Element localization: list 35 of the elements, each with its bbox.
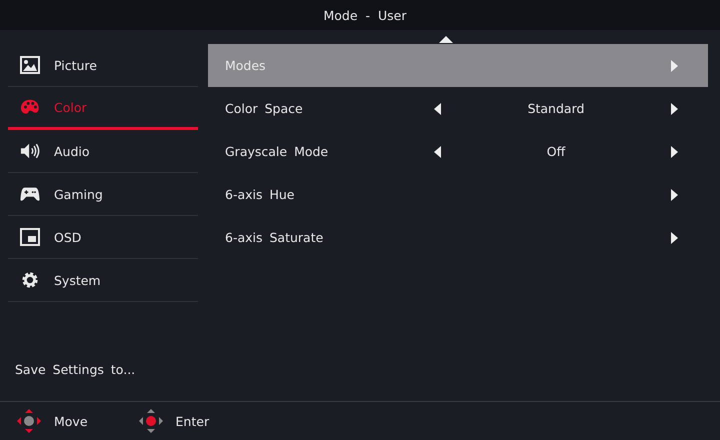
sidebar-item[interactable]: System [8, 259, 198, 302]
menu-value: Off [546, 144, 566, 159]
window-icon [20, 228, 40, 246]
window-title: Mode - User [323, 8, 406, 22]
right-arrow-icon[interactable] [671, 188, 678, 200]
enter-dpad-icon [138, 408, 164, 434]
menu-label: Color Space [225, 101, 304, 116]
hint-label: Move [54, 414, 88, 428]
picture-icon [20, 56, 40, 74]
sidebar-item[interactable]: Gaming [8, 173, 198, 216]
gamepad-icon [20, 185, 40, 203]
move-dpad-icon [16, 408, 42, 434]
menu-label: 6-axis Saturate [225, 230, 324, 245]
speaker-icon [20, 142, 40, 160]
right-arrow-icon[interactable] [671, 232, 678, 244]
menu-value: Standard [526, 101, 586, 116]
menu-label: Grayscale Mode [225, 144, 330, 159]
menu-row[interactable]: Grayscale Mode Off [208, 130, 708, 173]
sidebar-item[interactable]: Picture [8, 44, 198, 87]
sidebar-item[interactable]: OSD [8, 216, 198, 259]
hint-label: Enter [176, 414, 210, 428]
right-arrow-icon[interactable] [671, 102, 678, 114]
sidebar-item[interactable]: Audio [8, 130, 198, 173]
palette-icon [20, 98, 40, 116]
menu-label: Modes [225, 58, 267, 73]
left-arrow-icon[interactable] [434, 102, 441, 114]
right-arrow-icon[interactable] [671, 146, 678, 158]
sidebar-item[interactable]: Color [8, 87, 198, 130]
settings-icon [20, 271, 40, 289]
menu-row[interactable]: Color Space Standard [208, 87, 708, 130]
left-arrow-icon[interactable] [434, 146, 441, 158]
menu-row[interactable]: 6-axis Saturate [208, 216, 708, 259]
save-settings-link[interactable]: Save Settings to... [8, 362, 198, 401]
menu-label: 6-axis Hue [225, 187, 296, 202]
menu-row[interactable]: 6-axis Hue [208, 173, 708, 216]
